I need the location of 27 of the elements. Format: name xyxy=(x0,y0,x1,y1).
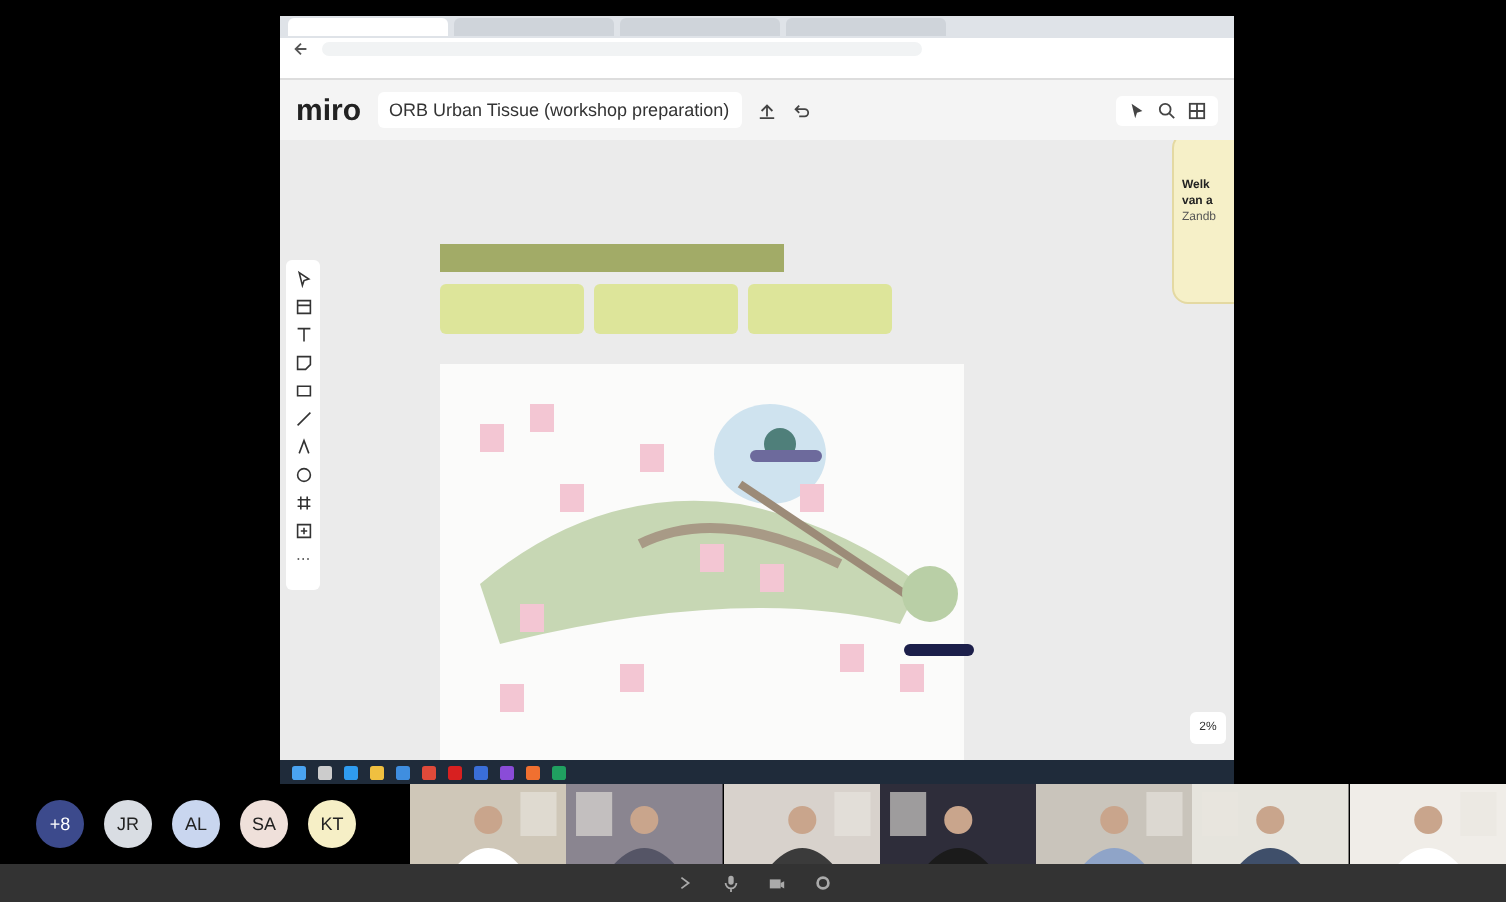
avatar[interactable]: AL xyxy=(172,800,220,848)
tool-icon[interactable] xyxy=(295,270,311,288)
tool-icon[interactable] xyxy=(295,298,311,316)
avatar[interactable]: JR xyxy=(104,800,152,848)
avatar[interactable]: +8 xyxy=(36,800,84,848)
cursor-tag xyxy=(904,644,974,656)
avatar[interactable]: KT xyxy=(308,800,356,848)
undo-icon[interactable] xyxy=(791,101,810,119)
sticky-note xyxy=(594,284,738,334)
cursor-tag xyxy=(750,450,822,462)
cursor-icon[interactable] xyxy=(1128,101,1146,119)
grid-icon[interactable] xyxy=(1188,101,1206,119)
search-icon[interactable] xyxy=(1158,101,1176,119)
tool-icon[interactable] xyxy=(295,326,311,344)
upload-icon[interactable] xyxy=(757,101,776,119)
camera-icon[interactable] xyxy=(767,874,785,892)
board-title[interactable]: ORB Urban Tissue (workshop preparation) xyxy=(377,92,742,128)
logo: miro xyxy=(296,93,362,127)
avatar[interactable]: SA xyxy=(240,800,288,848)
sticky-note xyxy=(440,284,584,334)
settings-icon[interactable] xyxy=(813,874,831,892)
chevron-icon[interactable] xyxy=(675,874,693,892)
tool-icon[interactable] xyxy=(295,494,311,512)
sticky-note xyxy=(748,284,892,334)
tool-icon[interactable] xyxy=(295,522,311,540)
back-icon[interactable] xyxy=(292,39,310,57)
microphone-icon[interactable] xyxy=(721,874,739,892)
